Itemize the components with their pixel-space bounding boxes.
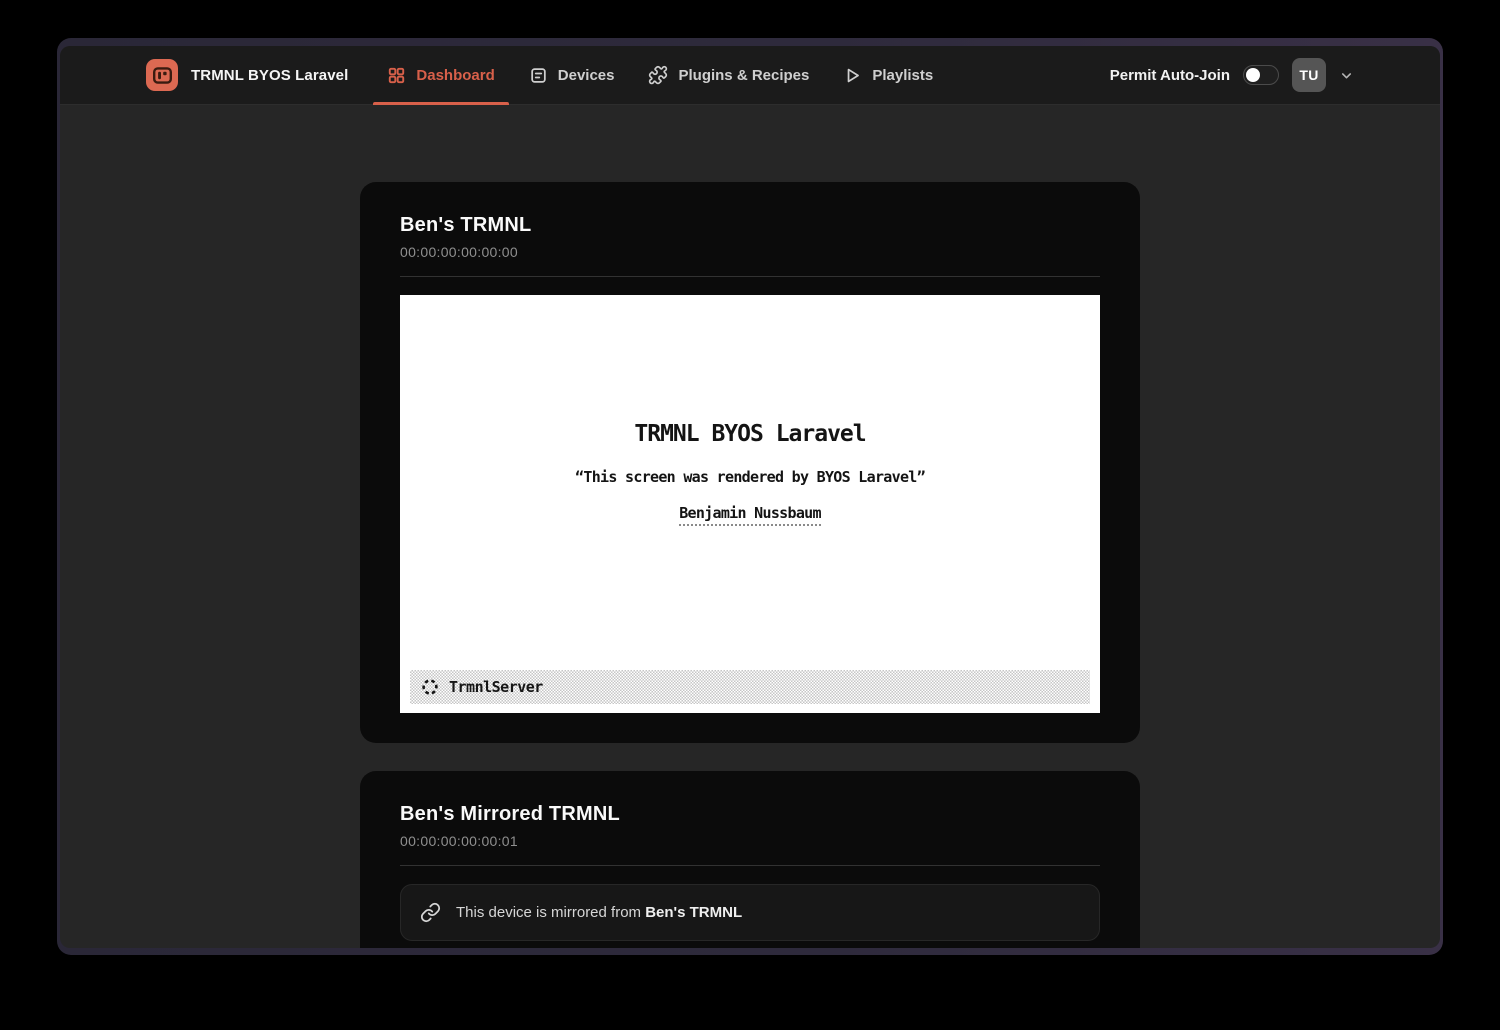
divider — [400, 865, 1100, 866]
user-avatar[interactable]: TU — [1292, 58, 1326, 92]
screen-quote: “This screen was rendered by BYOS Larave… — [400, 468, 1100, 486]
app-window-frame: TRMNL BYOS Laravel Dashboard — [57, 38, 1443, 955]
screen-status-label: TrmnlServer — [449, 678, 543, 696]
mirror-note-prefix: This device is mirrored from — [456, 904, 645, 921]
top-nav: TRMNL BYOS Laravel Dashboard — [60, 46, 1440, 105]
tab-label: Devices — [558, 67, 615, 84]
screen-title: TRMNL BYOS Laravel — [400, 295, 1100, 447]
link-icon — [420, 902, 441, 923]
permit-auto-join-label: Permit Auto-Join — [1110, 67, 1230, 84]
device-card-bens-trmnl: Ben's TRMNL 00:00:00:00:00:00 TRMNL BYOS… — [360, 182, 1140, 743]
device-mac-address: 00:00:00:00:00:00 — [400, 243, 1100, 261]
screen-status-bar: TrmnlServer — [410, 670, 1090, 704]
tab-label: Dashboard — [416, 67, 494, 84]
tab-label: Plugins & Recipes — [678, 67, 809, 84]
brand-title: TRMNL BYOS Laravel — [191, 67, 348, 84]
device-name: Ben's Mirrored TRMNL — [400, 801, 1100, 827]
permit-auto-join-toggle[interactable] — [1243, 65, 1279, 85]
tab-label: Playlists — [872, 67, 933, 84]
nav-right: Permit Auto-Join TU — [1110, 58, 1354, 92]
device-screen-preview: TRMNL BYOS Laravel “This screen was rend… — [400, 295, 1100, 713]
mirror-info-box: This device is mirrored from Ben's TRMNL — [400, 884, 1100, 941]
mirror-note: This device is mirrored from Ben's TRMNL — [456, 904, 742, 921]
chevron-down-icon[interactable] — [1339, 68, 1354, 83]
refresh-spinner-icon — [421, 678, 439, 696]
divider — [400, 276, 1100, 277]
tab-plugins-recipes[interactable]: Plugins & Recipes — [631, 46, 826, 104]
tab-dashboard[interactable]: Dashboard — [370, 46, 511, 104]
app-window: TRMNL BYOS Laravel Dashboard — [60, 46, 1440, 948]
nav-tabs: Dashboard Devices — [370, 46, 950, 104]
mirror-source-name: Ben's TRMNL — [645, 904, 742, 921]
tab-playlists[interactable]: Playlists — [826, 46, 950, 104]
main-content: Ben's TRMNL 00:00:00:00:00:00 TRMNL BYOS… — [60, 105, 1440, 948]
device-name: Ben's TRMNL — [400, 212, 1100, 238]
tab-devices[interactable]: Devices — [512, 46, 632, 104]
puzzle-icon — [648, 65, 668, 85]
play-icon — [843, 66, 862, 85]
toggle-knob — [1246, 68, 1260, 82]
trmnl-logo-icon[interactable] — [146, 59, 178, 91]
brand: TRMNL BYOS Laravel — [146, 59, 348, 91]
screen-author: Benjamin Nussbaum — [679, 504, 821, 526]
device-mac-address: 00:00:00:00:00:01 — [400, 832, 1100, 850]
grid-icon — [387, 66, 406, 85]
devices-icon — [529, 66, 548, 85]
device-card-bens-mirrored-trmnl: Ben's Mirrored TRMNL 00:00:00:00:00:01 T… — [360, 771, 1140, 948]
